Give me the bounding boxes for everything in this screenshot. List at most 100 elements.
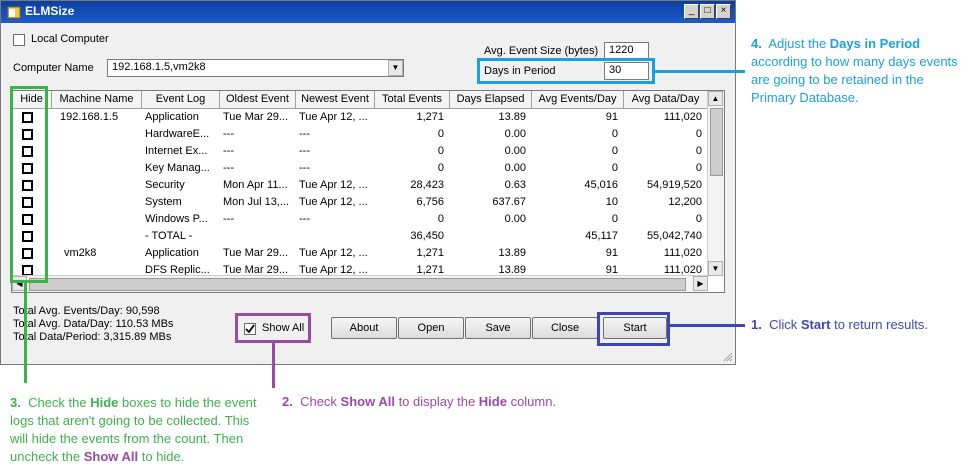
cell-avg-events-day: 0 bbox=[611, 128, 618, 140]
cell-event-log: HardwareE... bbox=[145, 128, 210, 140]
cell-machine-name bbox=[52, 194, 142, 211]
save-button[interactable]: Save bbox=[465, 317, 531, 339]
annotation-1-number: 1. bbox=[751, 317, 762, 332]
cell-total-events: 0 bbox=[437, 162, 444, 174]
cell-days-elapsed: 637.67 bbox=[492, 196, 526, 208]
cell-newest-event: Tue Apr 12, ... bbox=[299, 196, 368, 208]
cell-machine-name bbox=[52, 177, 142, 194]
table-row[interactable]: HardwareE... --- --- 0 0.00 0 0 bbox=[12, 126, 708, 143]
scroll-down-icon[interactable]: ▼ bbox=[708, 261, 723, 276]
column-header-oldest-event[interactable]: Oldest Event bbox=[220, 91, 296, 109]
column-header-event-log[interactable]: Event Log bbox=[142, 91, 220, 109]
cell-newest-event bbox=[296, 228, 375, 245]
cell-event-log: - TOTAL - bbox=[145, 230, 193, 242]
cell-oldest-event: --- bbox=[223, 145, 234, 157]
scrollbar-thumb[interactable] bbox=[710, 108, 723, 176]
column-header-total-events[interactable]: Total Events bbox=[375, 91, 450, 109]
cell-machine-name bbox=[52, 126, 142, 143]
cell-oldest-event: --- bbox=[223, 213, 234, 225]
column-header-days-elapsed[interactable]: Days Elapsed bbox=[450, 91, 532, 109]
annotation-1-post: to return results. bbox=[830, 317, 929, 332]
cell-machine-name bbox=[52, 228, 142, 245]
cell-newest-event: --- bbox=[299, 162, 310, 174]
cell-avg-data-day: 0 bbox=[695, 145, 702, 157]
annotation-3: 3. Check the Hide boxes to hide the even… bbox=[10, 394, 260, 466]
vertical-scrollbar[interactable]: ▲ ▼ bbox=[707, 91, 724, 276]
cell-machine-name bbox=[52, 211, 142, 228]
cell-avg-data-day: 54,919,520 bbox=[646, 179, 702, 191]
chevron-down-icon[interactable]: ▼ bbox=[388, 60, 403, 76]
annotation-2-pre: Check bbox=[300, 394, 341, 409]
cell-newest-event: Tue Apr 12, ... bbox=[299, 247, 368, 259]
cell-avg-data-day: 0 bbox=[695, 128, 702, 140]
annotation-2-bold2: Hide bbox=[478, 394, 507, 409]
table-row[interactable]: Windows P... --- --- 0 0.00 0 0 bbox=[12, 211, 708, 228]
maximize-button[interactable]: □ bbox=[700, 4, 715, 19]
table-row[interactable]: 192.168.1.5 Application Tue Mar 29... Tue A… bbox=[12, 109, 708, 126]
cell-avg-data-day: 55,042,740 bbox=[646, 230, 702, 242]
computer-name-combobox[interactable]: 192.168.1.5,vm2k8 ▼ bbox=[107, 59, 404, 77]
cell-avg-events-day: 0 bbox=[611, 145, 618, 157]
cell-event-log: Application bbox=[145, 111, 199, 123]
cell-newest-event: Tue Apr 12, ... bbox=[299, 111, 368, 123]
annotation-2: 2. Check Show All to display the Hide co… bbox=[282, 393, 622, 411]
column-header-avg-data-day[interactable]: Avg Data/Day bbox=[624, 91, 708, 109]
table-row[interactable]: - TOTAL - 36,450 45,117 55,042,740 bbox=[12, 228, 708, 245]
hscrollbar-thumb[interactable] bbox=[29, 278, 686, 291]
window-title: ELMSize bbox=[25, 4, 75, 18]
close-button[interactable]: Close bbox=[532, 317, 598, 339]
close-window-button[interactable]: × bbox=[716, 4, 731, 19]
table-row[interactable]: Key Manag... --- --- 0 0.00 0 0 bbox=[12, 160, 708, 177]
cell-oldest-event: --- bbox=[223, 128, 234, 140]
cell-oldest-event: Tue Mar 29... bbox=[223, 111, 289, 123]
annotation-4-number: 4. bbox=[751, 36, 762, 51]
cell-avg-events-day: 91 bbox=[605, 111, 618, 123]
cell-avg-data-day: 12,200 bbox=[668, 196, 702, 208]
table-row[interactable]: vm2k8 Application Tue Mar 29... Tue Apr 12,… bbox=[12, 245, 708, 262]
table-row[interactable]: System Mon Jul 13,... Tue Apr 12, ... 6,756… bbox=[12, 194, 708, 211]
cell-total-events: 36,450 bbox=[410, 230, 444, 242]
column-header-machine-name[interactable]: Machine Name bbox=[52, 91, 142, 109]
annotation-1-bold: Start bbox=[800, 317, 831, 332]
hide-column-highlight bbox=[10, 86, 48, 283]
cell-avg-events-day: 10 bbox=[605, 196, 618, 208]
cell-total-events: 0 bbox=[437, 145, 444, 157]
annotation-3-bold2: Show All bbox=[83, 449, 139, 464]
cell-avg-events-day: 91 bbox=[605, 247, 618, 259]
cell-days-elapsed: 13.89 bbox=[498, 111, 526, 123]
cell-avg-events-day: 0 bbox=[611, 162, 618, 174]
cell-event-log: Key Manag... bbox=[145, 162, 210, 174]
scroll-right-icon[interactable]: ▶ bbox=[693, 276, 708, 291]
cell-avg-events-day: 45,117 bbox=[585, 230, 618, 242]
table-row[interactable]: Internet Ex... --- --- 0 0.00 0 0 bbox=[12, 143, 708, 160]
cell-oldest-event: Mon Jul 13,... bbox=[223, 196, 290, 208]
start-highlight bbox=[597, 312, 670, 346]
computer-name-value: 192.168.1.5,vm2k8 bbox=[112, 61, 206, 73]
annotation-1-pre: Click bbox=[769, 317, 801, 332]
cell-avg-data-day: 111,020 bbox=[663, 111, 702, 123]
annotation-3-number: 3. bbox=[10, 395, 21, 410]
open-button[interactable]: Open bbox=[398, 317, 464, 339]
days-connector-line bbox=[655, 70, 745, 73]
annotation-1: 1. Click Start to return results. bbox=[751, 316, 959, 334]
cell-newest-event: --- bbox=[299, 145, 310, 157]
about-button[interactable]: About bbox=[331, 317, 397, 339]
cell-oldest-event: --- bbox=[223, 162, 234, 174]
horizontal-scrollbar[interactable]: ◀ ▶ bbox=[12, 275, 708, 292]
cell-machine-name bbox=[52, 143, 142, 160]
total-avg-events-day: Total Avg. Events/Day: 90,598 bbox=[13, 305, 160, 317]
resize-grip-icon[interactable] bbox=[723, 352, 733, 362]
cell-days-elapsed bbox=[450, 228, 532, 245]
cell-days-elapsed: 0.00 bbox=[504, 213, 526, 225]
annotation-3-bold1: Hide bbox=[90, 395, 119, 410]
local-computer-checkbox[interactable] bbox=[13, 34, 25, 46]
scroll-up-icon[interactable]: ▲ bbox=[708, 91, 723, 106]
cell-oldest-event: Mon Apr 11... bbox=[223, 179, 288, 191]
cell-event-log: System bbox=[145, 196, 182, 208]
column-header-avg-events-day[interactable]: Avg Events/Day bbox=[532, 91, 624, 109]
table-row[interactable]: Security Mon Apr 11... Tue Apr 12, ... 28,4… bbox=[12, 177, 708, 194]
minimize-button[interactable]: _ bbox=[684, 4, 699, 19]
cell-avg-events-day: 45,016 bbox=[584, 179, 618, 191]
title-bar: ELMSize _ □ × bbox=[1, 1, 735, 23]
column-header-newest-event[interactable]: Newest Event bbox=[296, 91, 375, 109]
